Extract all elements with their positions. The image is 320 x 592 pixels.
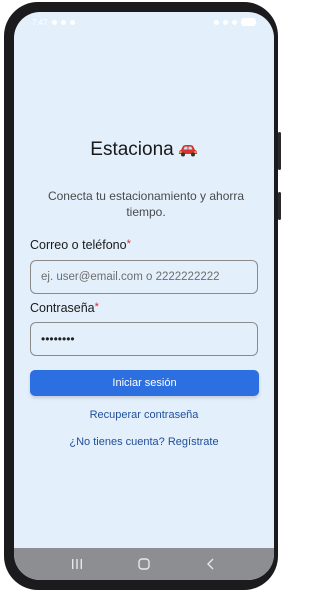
recover-password-link[interactable]: Recuperar contraseña — [14, 409, 274, 421]
power-button — [278, 192, 281, 220]
notification-icon — [69, 19, 75, 25]
password-field[interactable]: •••••••• — [30, 322, 258, 356]
required-mark: * — [126, 238, 131, 250]
phone-frame: 7:47 Estaciona Conecta tu estacionamient… — [4, 2, 281, 590]
email-label: Correo o teléfono* — [30, 238, 131, 252]
status-time: 7:47 — [32, 17, 48, 27]
car-icon — [178, 145, 197, 157]
alarm-icon — [214, 19, 219, 25]
notification-icon — [60, 19, 66, 25]
home-icon[interactable] — [137, 557, 151, 571]
signal-icon — [232, 19, 237, 25]
notification-icon — [51, 19, 57, 25]
app-title: Estaciona — [90, 139, 174, 160]
navigation-bar — [14, 548, 274, 580]
status-bar: 7:47 — [14, 12, 274, 32]
recent-apps-icon[interactable] — [70, 557, 84, 571]
email-placeholder: ej. user@email.com o 2222222222 — [41, 271, 220, 283]
battery-icon — [241, 18, 256, 26]
screen: 7:47 Estaciona Conecta tu estacionamient… — [14, 12, 274, 580]
password-label: Contraseña* — [30, 301, 99, 315]
login-button-label: Iniciar sesión — [112, 377, 177, 389]
volume-button — [278, 132, 281, 170]
register-link[interactable]: ¿No tienes cuenta? Regístrate — [14, 436, 274, 448]
required-mark: * — [94, 301, 99, 313]
password-value: •••••••• — [41, 332, 75, 346]
tagline: Conecta tu estacionamiento y ahorra tiem… — [47, 189, 245, 219]
app-title-row: Estaciona — [14, 139, 274, 161]
password-label-text: Contraseña — [30, 301, 95, 315]
wifi-icon — [223, 19, 228, 25]
email-label-text: Correo o teléfono — [30, 238, 127, 252]
email-field[interactable]: ej. user@email.com o 2222222222 — [30, 260, 258, 294]
login-button[interactable]: Iniciar sesión — [30, 370, 259, 396]
back-icon[interactable] — [204, 557, 218, 571]
